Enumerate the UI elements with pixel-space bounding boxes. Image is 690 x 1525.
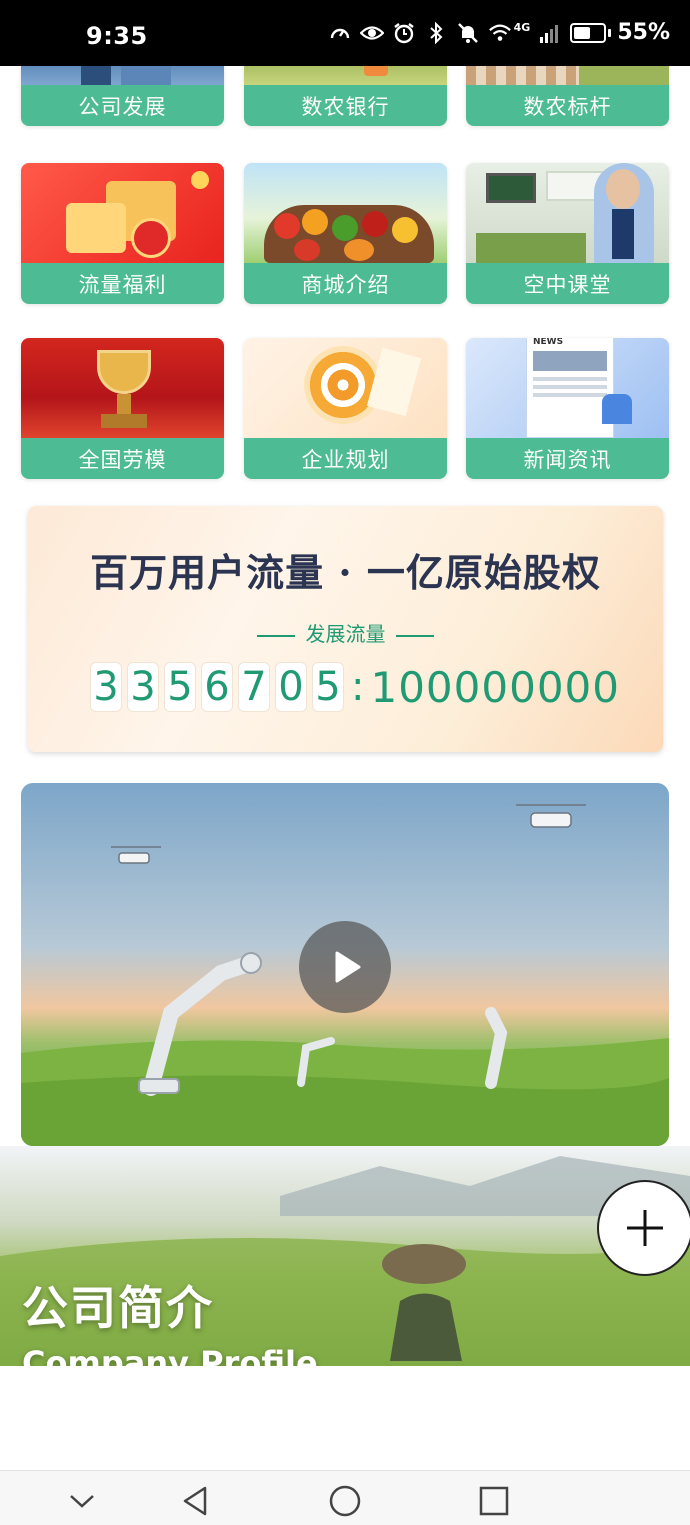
add-floating-button[interactable] (597, 1180, 690, 1276)
profile-title-en: Company Profile (22, 1344, 318, 1366)
status-time: 9:35 (86, 22, 148, 50)
banner-subtitle: 发展流量 (305, 622, 386, 646)
tile-label: 全国劳模 (21, 438, 224, 479)
tile-label: 数农银行 (244, 85, 447, 126)
traffic-welfare-image (21, 163, 224, 263)
tile-agri-benchmark[interactable]: 数农标杆 (466, 66, 669, 126)
company-profile-section[interactable]: 公司简介 Company Profile (0, 1146, 690, 1366)
battery-level-fill (574, 26, 590, 39)
company-development-image (21, 66, 224, 85)
data-speed-icon (328, 21, 352, 45)
recents-icon (479, 1486, 509, 1516)
nav-collapse-button[interactable] (62, 1481, 102, 1521)
tile-label: 流量福利 (21, 263, 224, 304)
battery-percent: 55% (617, 20, 670, 45)
network-type-label: 4G (513, 21, 531, 34)
plus-icon (627, 1210, 663, 1246)
traffic-equity-banner[interactable]: 百万用户流量 · 一亿原始股权 发展流量 3 3 5 6 7 0 5 : 100… (28, 506, 663, 752)
status-icons: 4G 55% (328, 20, 670, 45)
status-bar: 9:35 4G 55% (0, 0, 690, 66)
banner-subtitle-row: 发展流量 (28, 618, 663, 647)
battery-icon (570, 22, 607, 43)
counter-digit: 3 (127, 662, 159, 712)
back-icon (183, 1486, 207, 1516)
tile-online-classroom[interactable]: 空中课堂 (466, 163, 669, 304)
banner-headline: 百万用户流量 · 一亿原始股权 (90, 550, 601, 595)
agri-benchmark-image (466, 66, 669, 85)
bluetooth-icon (424, 21, 448, 45)
nav-back-button[interactable] (175, 1481, 215, 1521)
profile-title-cn: 公司简介 (22, 1281, 214, 1335)
tile-enterprise-planning[interactable]: 企业规划 (244, 338, 447, 479)
counter-digit: 0 (275, 662, 307, 712)
news-badge: NEWS (533, 338, 564, 347)
nav-home-button[interactable] (325, 1481, 365, 1521)
nav-recents-button[interactable] (474, 1481, 514, 1521)
mall-intro-image (244, 163, 447, 263)
traffic-counter: 3 3 5 6 7 0 5 : 100000000 (90, 662, 620, 712)
tile-label: 空中课堂 (466, 263, 669, 304)
eye-icon (359, 21, 384, 45)
promo-video[interactable] (21, 783, 669, 1146)
counter-digit: 7 (238, 662, 270, 712)
home-icon (329, 1485, 361, 1517)
enterprise-planning-image (244, 338, 447, 438)
counter-colon: : (351, 664, 365, 710)
tile-company-development[interactable]: 公司发展 (21, 66, 224, 126)
page-content[interactable]: 公司发展 数农银行 数农标杆 流量福利 商城介绍 空中课堂 全国劳模 企业规划 … (0, 66, 690, 1366)
play-icon (335, 951, 361, 983)
tile-mall-intro[interactable]: 商城介绍 (244, 163, 447, 304)
tile-agri-bank[interactable]: 数农银行 (244, 66, 447, 126)
system-nav-bar (0, 1470, 690, 1525)
news-image: NEWS (466, 338, 669, 438)
mute-bell-icon (456, 21, 480, 45)
chevron-down-icon (70, 1495, 94, 1508)
battery-tip (608, 28, 612, 37)
agri-bank-image (244, 66, 447, 85)
counter-digit: 6 (201, 662, 233, 712)
tile-label: 新闻资讯 (466, 438, 669, 479)
divider (257, 634, 296, 637)
wifi-icon (488, 21, 512, 45)
counter-target: 100000000 (370, 662, 620, 712)
tile-label: 数农标杆 (466, 85, 669, 126)
battery-indicator: 55% (570, 20, 670, 45)
counter-digit: 5 (164, 662, 196, 712)
counter-digit: 3 (90, 662, 122, 712)
model-worker-trophy-image (21, 338, 224, 438)
tile-label: 公司发展 (21, 85, 224, 126)
tile-label: 商城介绍 (244, 263, 447, 304)
play-button[interactable] (299, 921, 391, 1013)
online-classroom-image (466, 163, 669, 263)
tile-news[interactable]: NEWS 新闻资讯 (466, 338, 669, 479)
divider (395, 634, 434, 637)
counter-digit: 5 (312, 662, 344, 712)
tile-label: 企业规划 (244, 438, 447, 479)
signal-icon (538, 21, 562, 45)
alarm-icon (392, 21, 416, 45)
tile-traffic-welfare[interactable]: 流量福利 (21, 163, 224, 304)
tile-model-worker[interactable]: 全国劳模 (21, 338, 224, 479)
